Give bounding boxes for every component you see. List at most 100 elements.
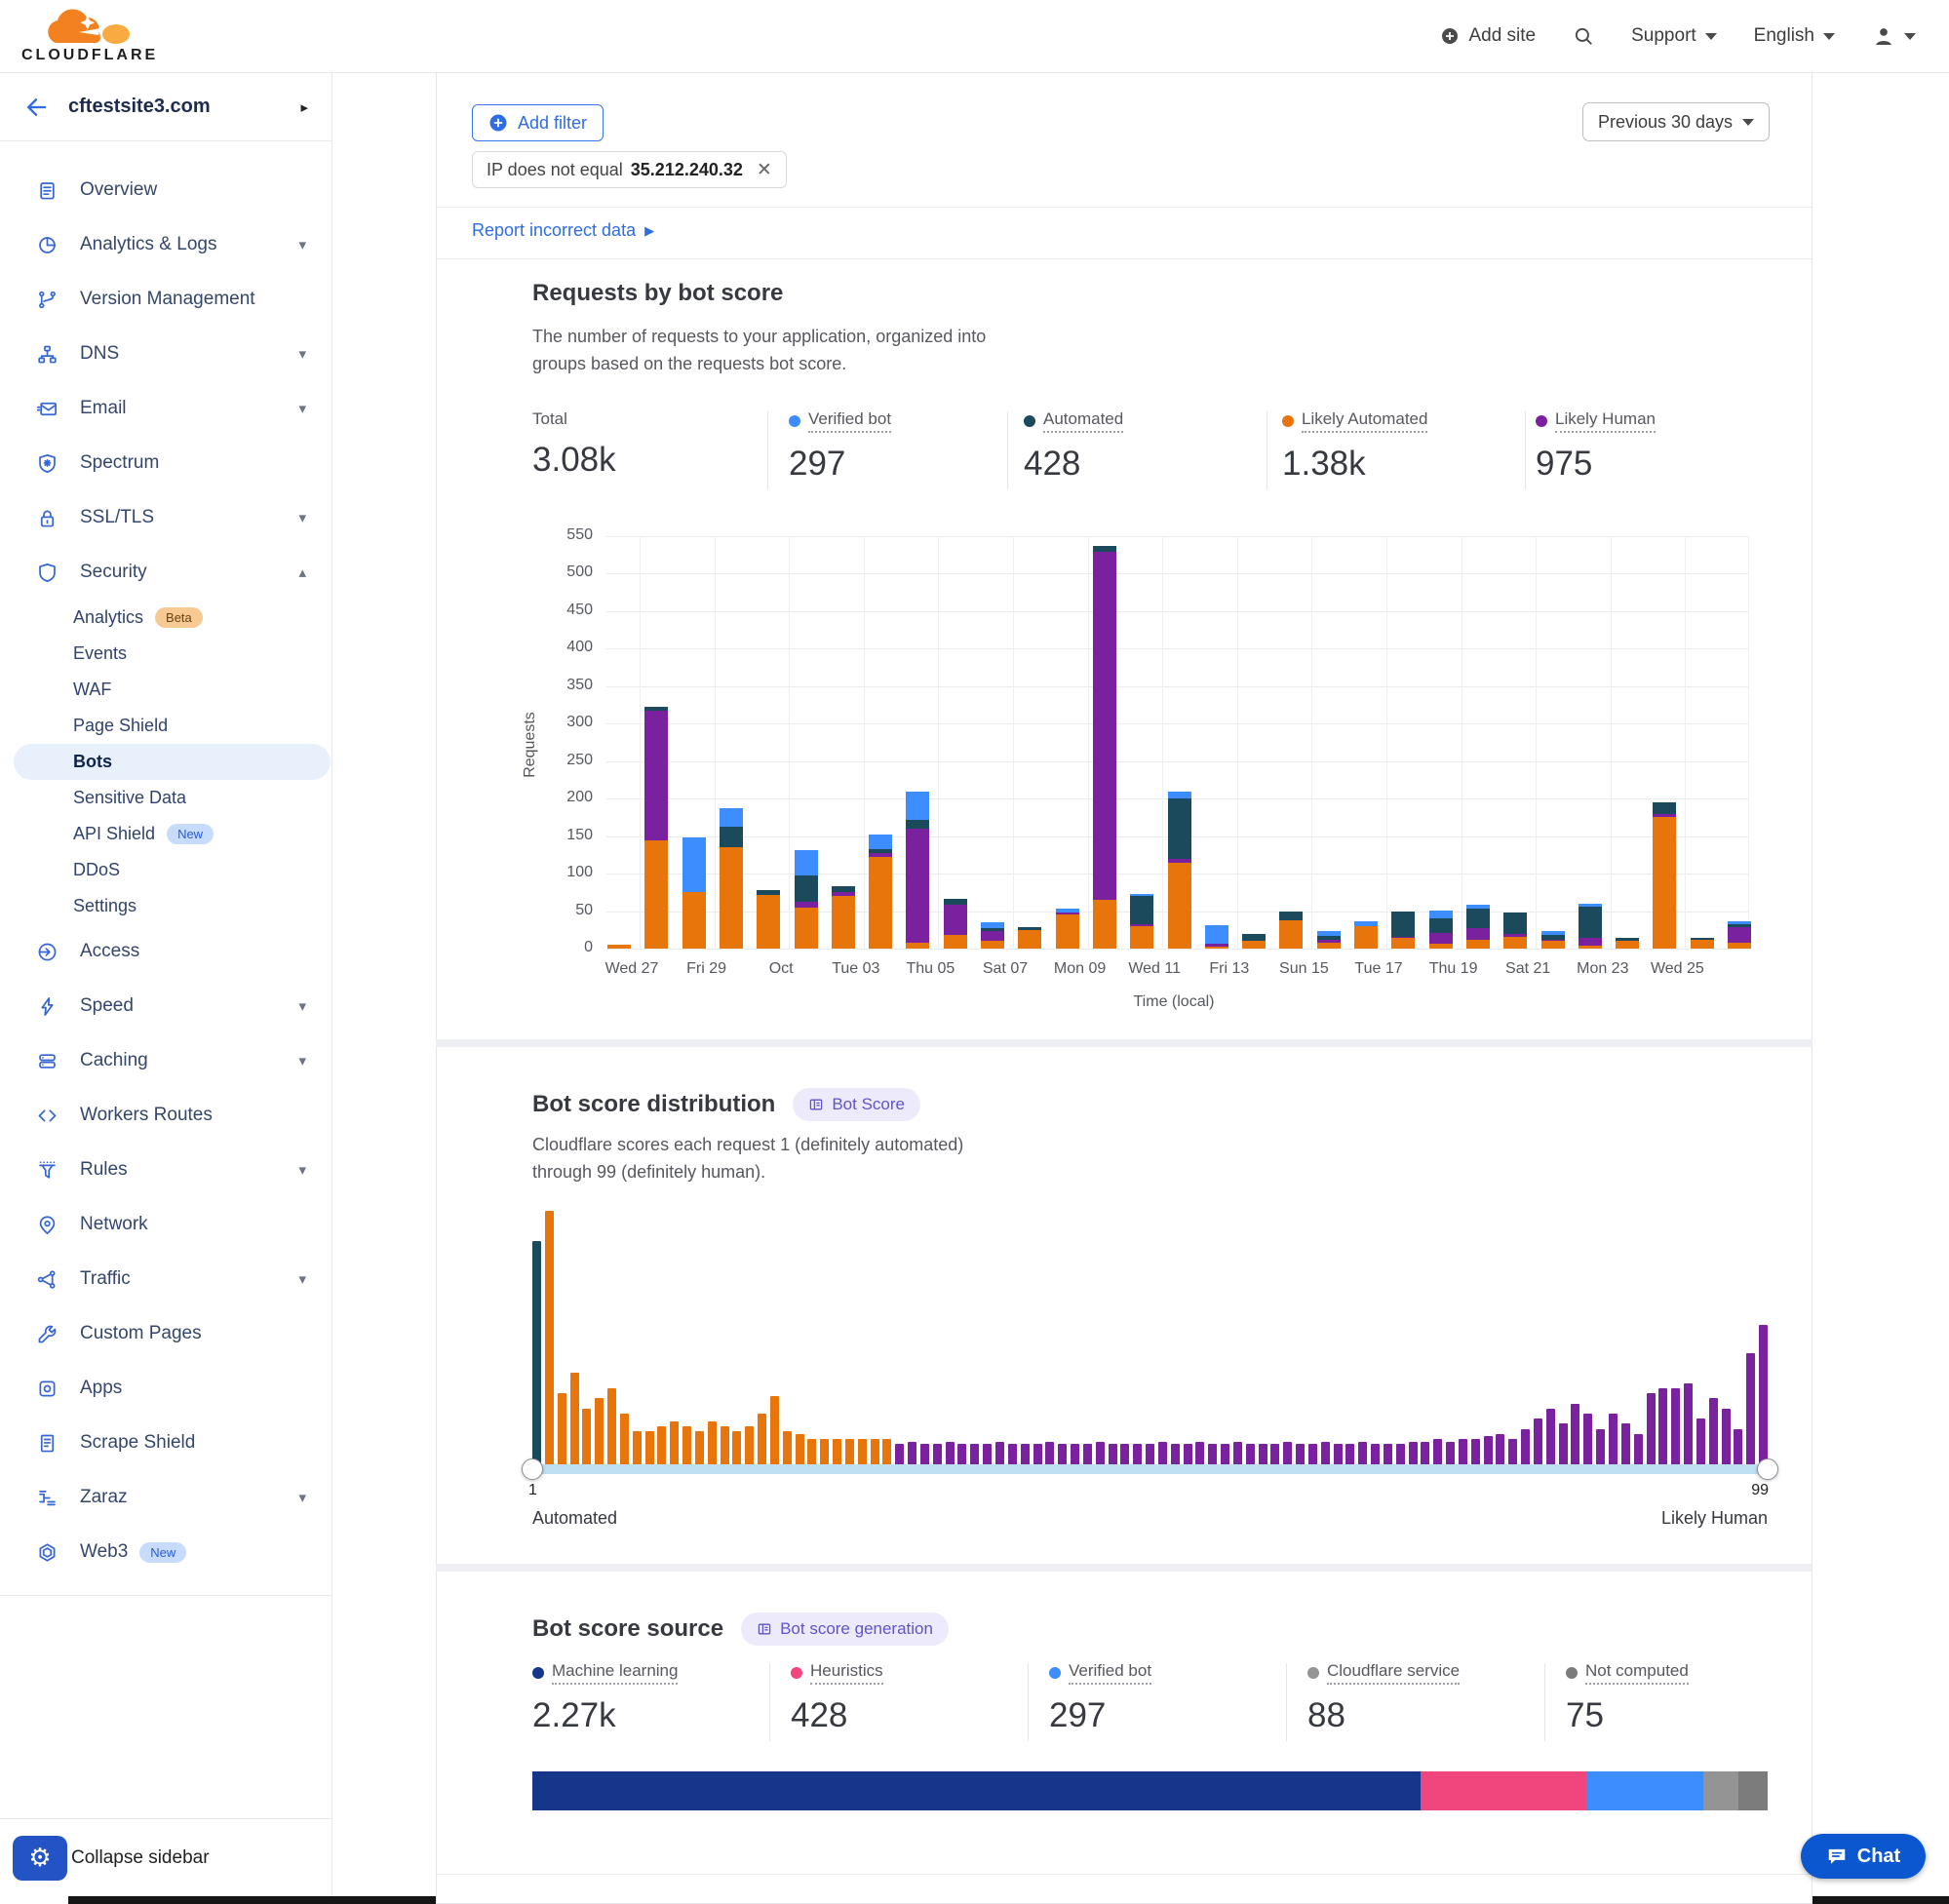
date-range-select[interactable]: Previous 30 days xyxy=(1582,102,1770,141)
sidebar-item-speed[interactable]: Speed▾ xyxy=(0,979,331,1033)
legend-dot xyxy=(532,1667,544,1679)
chevron-down-icon[interactable]: ▾ xyxy=(298,509,306,526)
add-filter-button[interactable]: Add filter xyxy=(472,104,604,141)
chevron-down-icon[interactable]: ▾ xyxy=(298,1270,306,1288)
histogram-bar-score-3 xyxy=(558,1393,566,1464)
chevron-down-icon[interactable]: ▾ xyxy=(298,1489,306,1506)
histogram-bar-score-74 xyxy=(1446,1442,1455,1464)
language-menu[interactable]: English xyxy=(1754,25,1835,47)
bar-segment-likely-automated xyxy=(607,945,631,949)
sidebar-item-apps[interactable]: Apps xyxy=(0,1361,331,1416)
traffic-icon xyxy=(35,1267,58,1291)
workers-icon xyxy=(35,1104,58,1127)
sidebar-item-ssl-tls[interactable]: SSL/TLS▾ xyxy=(0,490,331,545)
add-site-button[interactable]: Add site xyxy=(1440,25,1536,47)
divider xyxy=(1007,411,1008,489)
chat-button[interactable]: Chat xyxy=(1801,1834,1926,1879)
slider-handle-max[interactable] xyxy=(1757,1458,1778,1480)
slider-handle-min[interactable] xyxy=(522,1458,543,1480)
bar-segment-likely-automated xyxy=(944,935,967,949)
bar-segment-likely-human xyxy=(1056,913,1079,914)
histogram-bar-score-86 xyxy=(1596,1429,1605,1464)
close-icon[interactable]: ✕ xyxy=(757,159,772,181)
sidebar-item-label: Access xyxy=(80,941,139,962)
chevron-up-icon[interactable]: ▴ xyxy=(298,563,306,581)
divider xyxy=(437,207,1812,208)
chevron-down-icon xyxy=(1823,33,1835,40)
sidebar-item-scrape-shield[interactable]: Scrape Shield xyxy=(0,1416,331,1470)
sidebar-item-events[interactable]: Events xyxy=(0,636,331,672)
bot-score-generation-badge[interactable]: Bot score generation xyxy=(741,1613,949,1646)
gear-icon[interactable]: ⚙ xyxy=(13,1836,67,1881)
sidebar-item-access[interactable]: Access xyxy=(0,924,331,979)
sidebar-item-api-shield[interactable]: API ShieldNew xyxy=(0,816,331,852)
sidebar-item-custom-pages[interactable]: Custom Pages xyxy=(0,1306,331,1361)
sidebar-item-network[interactable]: Network xyxy=(0,1197,331,1252)
sidebar-item-version-management[interactable]: Version Management xyxy=(0,272,331,327)
filter-chip[interactable]: IP does not equal 35.212.240.32 ✕ xyxy=(472,151,787,188)
sidebar-item-analytics-logs[interactable]: Analytics & Logs▾ xyxy=(0,217,331,272)
chevron-down-icon[interactable]: ▾ xyxy=(298,345,306,363)
divider xyxy=(769,1663,770,1741)
search-button[interactable] xyxy=(1573,25,1594,47)
chevron-down-icon[interactable]: ▾ xyxy=(298,400,306,417)
chevron-down-icon[interactable]: ▾ xyxy=(298,236,306,253)
chevron-down-icon[interactable]: ▾ xyxy=(298,1161,306,1179)
spectrum-icon xyxy=(35,451,58,475)
stat-label: Automated xyxy=(1043,409,1123,433)
sidebar-item-sensitive-data[interactable]: Sensitive Data xyxy=(0,780,331,816)
sidebar-item-overview[interactable]: Overview xyxy=(0,163,331,217)
histogram-bar-score-87 xyxy=(1609,1414,1618,1464)
bar-segment-likely-automated xyxy=(1317,943,1341,949)
chart-bar-fri-13 xyxy=(1205,925,1228,949)
collapse-sidebar[interactable]: ⚙ Collapse sidebar xyxy=(0,1818,331,1896)
x-tick-label: Fri 13 xyxy=(1186,960,1273,978)
chevron-right-icon[interactable]: ▸ xyxy=(300,98,308,116)
sidebar-item-spectrum[interactable]: Spectrum xyxy=(0,436,331,490)
bar-segment-likely-automated xyxy=(981,941,1004,950)
bar-segment-verified-bot xyxy=(1429,911,1453,918)
histogram-bar-score-11 xyxy=(657,1426,666,1464)
bar-segment-automated xyxy=(1093,546,1116,552)
email-icon xyxy=(35,397,58,420)
bar-segment-likely-automated xyxy=(720,847,743,949)
bar-segment-automated xyxy=(1317,936,1341,940)
sidebar-item-analytics[interactable]: AnalyticsBeta xyxy=(0,600,331,636)
sidebar-item-web3[interactable]: Web3New xyxy=(0,1525,331,1579)
sidebar-item-caching[interactable]: Caching▾ xyxy=(0,1033,331,1088)
support-menu[interactable]: Support xyxy=(1631,25,1717,47)
sidebar-item-label: Custom Pages xyxy=(80,1323,202,1344)
histogram-bar-score-58 xyxy=(1246,1444,1255,1464)
sidebar-item-email[interactable]: Email▾ xyxy=(0,381,331,436)
sidebar-item-traffic[interactable]: Traffic▾ xyxy=(0,1252,331,1306)
histogram-bar-score-60 xyxy=(1270,1444,1279,1464)
gridline xyxy=(1386,536,1387,949)
back-arrow-icon[interactable] xyxy=(23,95,49,120)
chart-bar-wed-04 xyxy=(869,835,892,949)
histogram-bar-score-7 xyxy=(607,1388,616,1464)
bar-segment-automated xyxy=(757,890,780,895)
bot-score-badge[interactable]: Bot Score xyxy=(793,1088,920,1121)
bar-segment-likely-automated xyxy=(1130,926,1153,949)
score-slider-track[interactable] xyxy=(532,1464,1768,1474)
sidebar-item-ddos[interactable]: DDoS xyxy=(0,852,331,888)
bar-segment-likely-automated xyxy=(1018,930,1041,949)
sidebar-item-bots[interactable]: Bots xyxy=(14,744,331,780)
chevron-down-icon[interactable]: ▾ xyxy=(298,1052,306,1069)
sidebar-item-page-shield[interactable]: Page Shield xyxy=(0,708,331,744)
sidebar-item-label: DNS xyxy=(80,343,119,365)
sidebar-item-dns[interactable]: DNS ▾ xyxy=(0,327,331,381)
site-selector[interactable]: cftestsite3.com ▸ xyxy=(0,73,331,141)
sidebar-item-settings[interactable]: Settings xyxy=(0,888,331,924)
sidebar-item-zaraz[interactable]: Zaraz▾ xyxy=(0,1470,331,1525)
sidebar-item-security[interactable]: Security▴ xyxy=(0,545,331,600)
histogram-bar-score-55 xyxy=(1208,1444,1217,1464)
sidebar-item-workers-routes[interactable]: Workers Routes xyxy=(0,1088,331,1143)
account-menu[interactable] xyxy=(1872,24,1916,48)
sidebar-item-waf[interactable]: WAF xyxy=(0,672,331,708)
chevron-down-icon[interactable]: ▾ xyxy=(298,997,306,1015)
histogram-bar-score-1 xyxy=(532,1241,541,1464)
report-incorrect-data-link[interactable]: Report incorrect data ▶ xyxy=(472,220,654,241)
sidebar-item-rules[interactable]: Rules▾ xyxy=(0,1143,331,1197)
slider-min-value: 1 xyxy=(528,1482,537,1499)
